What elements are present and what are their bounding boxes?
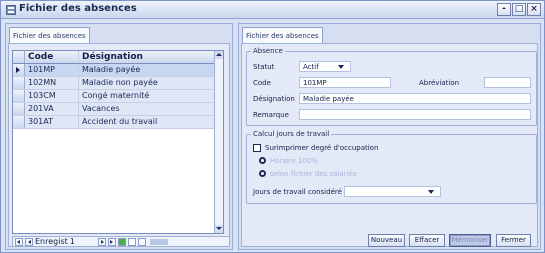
abreviation-field[interactable] [484,77,531,88]
nav-last-icon[interactable] [107,237,116,246]
designation-label: Désignation [253,95,295,103]
nav-filter-icon[interactable] [127,237,136,246]
table-row[interactable]: 101MP Maladie payée [13,64,223,77]
row-selector-header [13,51,25,63]
scroll-up-icon[interactable] [215,51,223,59]
navigator-scrollbar[interactable] [149,238,168,245]
row-selector[interactable] [13,103,25,115]
selon-fichier-radio[interactable] [259,170,266,177]
remarque-label: Remarque [253,111,289,119]
table-row[interactable]: 201VA Vacances [13,103,223,116]
row-selector[interactable] [13,90,25,102]
code-label: Code [253,79,271,87]
cell-code[interactable]: 301AT [25,116,79,128]
main-window: Fichier des absences - □ × Fichier des a… [0,0,545,253]
scroll-down-icon[interactable] [215,225,223,233]
cell-code[interactable]: 102MN [25,77,79,89]
cell-designation[interactable]: Vacances [79,103,223,115]
statut-label: Statut [253,63,275,71]
remarque-field[interactable] [299,109,531,120]
code-field[interactable]: 101MP [299,77,391,88]
current-record-arrow-icon [16,67,20,73]
tab-fichier-des-absences-left[interactable]: Fichier des absences [9,27,90,44]
horaire-radio[interactable] [259,157,266,164]
navigator-record-number[interactable]: 1 [70,237,96,246]
statut-value: Actif [303,63,319,71]
calcul-legend: Calcul jours de travail [253,130,330,138]
grid-header: Code Désignation [13,51,223,64]
absences-grid[interactable]: Code Désignation 101MP Maladie payée 102… [12,50,224,234]
cell-designation[interactable]: Maladie non payée [79,77,223,89]
cell-code[interactable]: 201VA [25,103,79,115]
nouveau-button[interactable]: Nouveau [368,234,405,247]
surimprimer-checkbox[interactable] [253,144,261,152]
jours-label: Jours de travail considéré [253,188,342,196]
maximize-button[interactable]: □ [512,3,526,16]
effacer-button[interactable]: Effacer [409,234,445,247]
memoriser-button[interactable]: Mémoriser [449,234,491,247]
abreviation-label: Abréviation [419,79,460,87]
tab-fichier-des-absences-right[interactable]: Fichier des absences [242,27,323,44]
nav-next-icon[interactable] [97,237,106,246]
nav-new-record-icon[interactable] [117,237,126,246]
cell-designation[interactable]: Accident du travail [79,116,223,128]
absence-legend: Absence [253,47,283,55]
row-selector[interactable] [13,64,25,76]
window-controls: - □ × [497,3,541,16]
combo-arrow-icon[interactable] [338,65,344,69]
nav-filter-apply-icon[interactable] [137,237,146,246]
right-tab-content: Absence Statut Actif Code 101MP Abréviat… [241,43,538,247]
cell-designation[interactable]: Maladie payée [79,64,223,76]
table-row[interactable]: 102MN Maladie non payée [13,77,223,90]
selon-fichier-label: selon fichier des salariés [270,170,357,178]
left-tab-content: Code Désignation 101MP Maladie payée 102… [8,43,230,247]
app-icon [6,5,16,15]
close-button[interactable]: × [527,3,541,16]
fermer-button[interactable]: Fermer [496,234,531,247]
grid-vertical-scrollbar[interactable] [214,51,223,233]
nav-prev-icon[interactable] [25,237,33,246]
combo-arrow-icon[interactable] [428,190,434,194]
navigator-label: Enregist [35,237,68,246]
jours-select[interactable] [344,186,441,197]
cell-code[interactable]: 103CM [25,90,79,102]
horaire-label: Horaire 100% [270,157,318,165]
window-title: Fichier des absences [19,3,137,14]
right-panel: Fichier des absences Absence Statut Acti… [238,23,541,250]
surimprimer-label: Surimprimer degré d'occupation [265,144,379,152]
column-header-code[interactable]: Code [25,51,79,63]
statut-select[interactable]: Actif [299,61,351,72]
row-selector[interactable] [13,77,25,89]
table-row[interactable]: 103CM Congé maternité [13,90,223,103]
cell-designation[interactable]: Congé maternité [79,90,223,102]
column-header-designation[interactable]: Désignation [79,51,223,63]
title-bar: Fichier des absences - □ × [1,1,544,19]
designation-field[interactable]: Maladie payée [299,93,531,104]
absence-group: Absence Statut Actif Code 101MP Abréviat… [246,47,537,126]
row-selector[interactable] [13,116,25,128]
left-panel: Fichier des absences Code Désignation 10… [5,23,233,250]
record-navigator: Enregist 1 [12,236,230,247]
table-row[interactable]: 301AT Accident du travail [13,116,223,129]
minimize-button[interactable]: - [497,3,511,16]
calcul-jours-group: Calcul jours de travail Surimprimer degr… [246,130,537,204]
nav-first-icon[interactable] [15,237,23,246]
cell-code[interactable]: 101MP [25,64,79,76]
